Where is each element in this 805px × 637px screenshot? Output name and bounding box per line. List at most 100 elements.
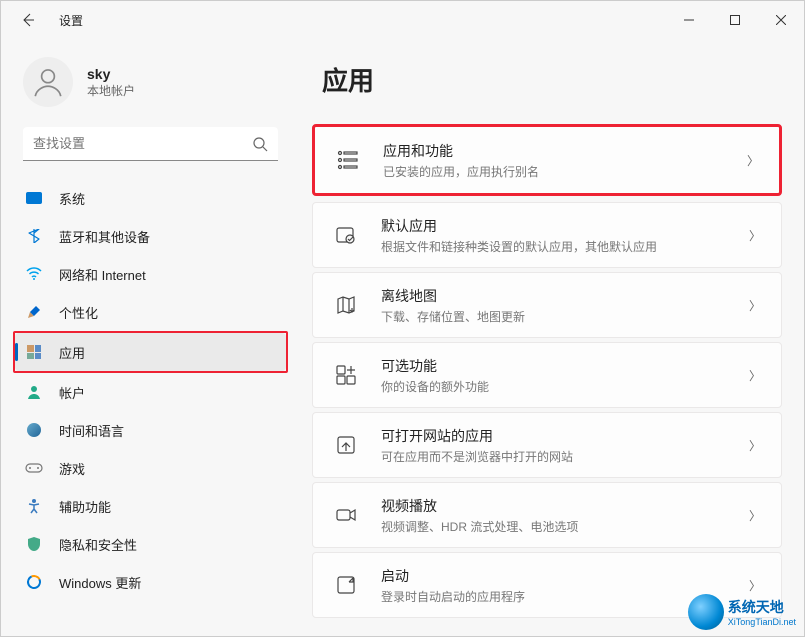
search-input[interactable] (33, 136, 252, 151)
time-icon (25, 421, 43, 439)
sidebar-item-label: 网络和 Internet (59, 265, 146, 284)
watermark-line1: 系统天地 (728, 597, 796, 617)
card-text: 应用和功能 已安装的应用，应用执行别名 (383, 141, 747, 180)
avatar (23, 57, 73, 107)
card-text: 默认应用 根据文件和链接种类设置的默认应用，其他默认应用 (381, 216, 749, 255)
profile-subtitle: 本地帐户 (87, 82, 135, 99)
sidebar-item-time[interactable]: 时间和语言 (15, 411, 286, 449)
card-optional-features[interactable]: 可选功能 你的设备的额外功能 〉 (312, 342, 782, 408)
card-subtitle: 可在应用而不是浏览器中打开的网站 (381, 448, 749, 465)
web-apps-icon (333, 432, 359, 458)
card-title: 视频播放 (381, 496, 749, 516)
search-icon (252, 136, 268, 152)
video-icon (333, 502, 359, 528)
gaming-icon (25, 459, 43, 477)
update-icon (25, 573, 43, 591)
card-subtitle: 下载、存储位置、地图更新 (381, 308, 749, 325)
card-text: 可打开网站的应用 可在应用而不是浏览器中打开的网站 (381, 426, 749, 465)
card-text: 离线地图 下载、存储位置、地图更新 (381, 286, 749, 325)
watermark: 系统天地 XiTongTianDi.net (688, 594, 796, 630)
card-subtitle: 根据文件和链接种类设置的默认应用，其他默认应用 (381, 238, 749, 255)
sidebar-item-bluetooth[interactable]: 蓝牙和其他设备 (15, 217, 286, 255)
page-title: 应用 (322, 61, 782, 98)
chevron-right-icon: 〉 (749, 367, 761, 384)
card-title: 启动 (381, 566, 749, 586)
sidebar-highlight: 应用 (13, 331, 288, 373)
sidebar-item-label: 帐户 (59, 383, 85, 402)
person-icon (31, 65, 65, 99)
minimize-button[interactable] (666, 4, 712, 36)
nav-list: 系统 蓝牙和其他设备 网络和 Internet 个性化 应用 (1, 179, 300, 601)
card-title: 离线地图 (381, 286, 749, 306)
privacy-icon (25, 535, 43, 553)
watermark-logo-icon (688, 594, 724, 630)
profile-section[interactable]: sky 本地帐户 (1, 57, 300, 127)
profile-name: sky (87, 66, 135, 82)
bluetooth-icon (25, 227, 43, 245)
sidebar-item-account[interactable]: 帐户 (15, 373, 286, 411)
chevron-right-icon: 〉 (749, 227, 761, 244)
optional-features-icon (333, 362, 359, 388)
system-icon (25, 189, 43, 207)
card-apps-features[interactable]: 应用和功能 已安装的应用，应用执行别名 〉 (315, 127, 779, 193)
card-title: 应用和功能 (383, 141, 747, 161)
card-title: 默认应用 (381, 216, 749, 236)
sidebar-item-label: Windows 更新 (59, 573, 141, 592)
sidebar-item-privacy[interactable]: 隐私和安全性 (15, 525, 286, 563)
sidebar-item-label: 游戏 (59, 459, 85, 478)
watermark-text: 系统天地 XiTongTianDi.net (728, 597, 796, 627)
content-area: sky 本地帐户 系统 蓝牙和其他设备 网络和 Internet (1, 39, 804, 636)
titlebar-left: 设置 (19, 11, 83, 29)
close-icon (776, 15, 786, 25)
startup-icon (333, 572, 359, 598)
main-panel: 应用 应用和功能 已安装的应用，应用执行别名 〉 默认应用 根据文件和链接种类设… (300, 39, 804, 636)
card-subtitle: 视频调整、HDR 流式处理、电池选项 (381, 518, 749, 535)
maximize-icon (730, 15, 740, 25)
card-title: 可打开网站的应用 (381, 426, 749, 446)
chevron-right-icon: 〉 (749, 437, 761, 454)
default-apps-icon (333, 222, 359, 248)
sidebar-item-personalize[interactable]: 个性化 (15, 293, 286, 331)
accessibility-icon (25, 497, 43, 515)
sidebar-item-network[interactable]: 网络和 Internet (15, 255, 286, 293)
sidebar: sky 本地帐户 系统 蓝牙和其他设备 网络和 Internet (1, 39, 300, 636)
window-controls (666, 4, 804, 36)
card-offline-maps[interactable]: 离线地图 下载、存储位置、地图更新 〉 (312, 272, 782, 338)
card-title: 可选功能 (381, 356, 749, 376)
apps-features-icon (335, 147, 361, 173)
chevron-right-icon: 〉 (749, 577, 761, 594)
card-subtitle: 已安装的应用，应用执行别名 (383, 163, 747, 180)
chevron-right-icon: 〉 (749, 507, 761, 524)
back-button[interactable] (19, 11, 37, 29)
sidebar-item-gaming[interactable]: 游戏 (15, 449, 286, 487)
apps-icon (25, 343, 43, 361)
sidebar-item-accessibility[interactable]: 辅助功能 (15, 487, 286, 525)
card-video-playback[interactable]: 视频播放 视频调整、HDR 流式处理、电池选项 〉 (312, 482, 782, 548)
sidebar-item-label: 辅助功能 (59, 497, 111, 516)
sidebar-item-label: 系统 (59, 189, 85, 208)
chevron-right-icon: 〉 (747, 152, 759, 169)
maximize-button[interactable] (712, 4, 758, 36)
card-subtitle: 你的设备的额外功能 (381, 378, 749, 395)
window-title: 设置 (59, 12, 83, 29)
card-highlight: 应用和功能 已安装的应用，应用执行别名 〉 (312, 124, 782, 196)
sidebar-item-label: 个性化 (59, 303, 98, 322)
sidebar-item-label: 应用 (59, 343, 85, 362)
sidebar-item-system[interactable]: 系统 (15, 179, 286, 217)
account-icon (25, 383, 43, 401)
search-box[interactable] (23, 127, 278, 161)
titlebar: 设置 (1, 1, 804, 39)
watermark-line2: XiTongTianDi.net (728, 617, 796, 627)
sidebar-item-label: 蓝牙和其他设备 (59, 227, 150, 246)
minimize-icon (684, 15, 694, 25)
card-web-apps[interactable]: 可打开网站的应用 可在应用而不是浏览器中打开的网站 〉 (312, 412, 782, 478)
network-icon (25, 265, 43, 283)
sidebar-item-apps[interactable]: 应用 (15, 333, 286, 371)
close-button[interactable] (758, 4, 804, 36)
offline-maps-icon (333, 292, 359, 318)
profile-text: sky 本地帐户 (87, 66, 135, 99)
sidebar-item-label: 隐私和安全性 (59, 535, 137, 554)
sidebar-item-label: 时间和语言 (59, 421, 124, 440)
sidebar-item-update[interactable]: Windows 更新 (15, 563, 286, 601)
card-default-apps[interactable]: 默认应用 根据文件和链接种类设置的默认应用，其他默认应用 〉 (312, 202, 782, 268)
